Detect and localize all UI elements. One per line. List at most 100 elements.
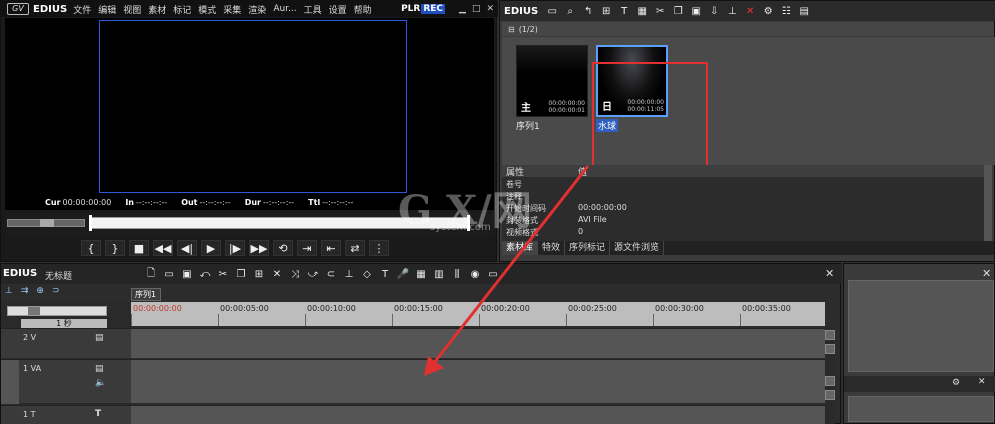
open-icon[interactable]: ▭ [161,267,177,281]
marker-icon[interactable]: ◇ [359,267,375,281]
text-icon[interactable]: T [616,4,632,18]
audio-icon[interactable]: 🎤 [395,267,411,281]
clip-thumbnail[interactable]: 主 00:00:00:00 00:00:00:01 [516,45,588,117]
save-icon[interactable]: ▣ [179,267,195,281]
paste-icon[interactable]: ⊞ [251,267,267,281]
up-folder-icon[interactable]: ↰ [580,4,596,18]
timeline-vscrollbar[interactable] [825,326,835,424]
time-ruler[interactable]: 00:00:00:00 00:00:05:00 00:00:10:00 00:0… [131,302,825,326]
tab-source-browser[interactable]: 源文件浏览 [610,241,665,255]
menu-settings[interactable]: 设置 [329,3,347,16]
menu-aur[interactable]: Aur... [273,4,296,14]
folder-toggle-icon[interactable]: ⊟ [508,25,515,34]
step-back-icon[interactable]: ◀| [177,240,197,256]
properties-icon[interactable]: ⚙ [760,4,776,18]
menu-view[interactable]: 视图 [123,3,141,16]
tab-library[interactable]: 素材库 [502,241,539,255]
rec-label[interactable]: REC [421,4,446,14]
step-forward-icon[interactable]: |▶ [225,240,245,256]
close-icon[interactable]: ✕ [825,267,834,280]
undo-icon[interactable]: ⤺ [197,267,213,281]
cut-icon[interactable]: ✂ [215,267,231,281]
zoom-knob[interactable] [28,307,40,315]
set-out-icon[interactable]: } [105,240,125,256]
menu-capture[interactable]: 采集 [223,3,241,16]
plr-rec-toggle[interactable]: PLR REC [401,4,446,14]
bin-menu-icon[interactable]: ▤ [796,4,812,18]
sync-icon[interactable]: ⊕ [36,286,44,300]
loop-icon[interactable]: ⟲ [273,240,293,256]
insert-icon[interactable]: ⇥ [297,240,317,256]
settings-icon[interactable]: ⚙ [952,378,960,388]
in-handle[interactable] [89,215,92,231]
menu-mode[interactable]: 模式 [198,3,216,16]
cut-icon[interactable]: ✂ [652,4,668,18]
maximize-icon[interactable]: □ [472,4,481,14]
track-header-1t[interactable]: 1 T T [1,405,131,424]
set-in-icon[interactable]: { [81,240,101,256]
track-lane-1t[interactable] [131,405,825,424]
menu-marker[interactable]: 标记 [173,3,191,16]
link-icon[interactable]: ⊂ [323,267,339,281]
output-icon[interactable]: ▭ [485,267,501,281]
scroll-up-icon[interactable] [825,330,835,340]
scroll-down-icon[interactable] [825,390,835,400]
render-icon[interactable]: ◉ [467,267,483,281]
properties-scrollbar[interactable] [984,165,992,241]
view-mode-icon[interactable]: ☷ [778,4,794,18]
title-icon[interactable]: T [377,267,393,281]
ripple-delete-icon[interactable]: ⤨ [287,267,303,281]
close-icon[interactable]: ✕ [486,4,494,14]
menu-edit[interactable]: 编辑 [98,3,116,16]
mixer-icon[interactable]: ▥ [431,267,447,281]
copy-icon[interactable]: ❐ [233,267,249,281]
ripple-icon[interactable]: ⇉ [21,286,29,300]
shuttle-knob[interactable] [40,219,54,227]
add-clip-icon[interactable]: ⊞ [598,4,614,18]
link-mode-icon[interactable]: ⊃ [52,286,60,300]
scroll-up-icon[interactable] [825,376,835,386]
snap-icon[interactable]: ⊥ [341,267,357,281]
plr-label[interactable]: PLR [401,4,420,14]
mode-icon[interactable]: ⊥ [5,286,13,300]
sequence-tab[interactable]: 序列1 [131,288,161,301]
marker-icon[interactable]: ⊥ [724,4,740,18]
overwrite-icon[interactable]: ⇤ [321,240,341,256]
menu-clip[interactable]: 素材 [148,3,166,16]
search-icon[interactable]: ⌕ [562,4,578,18]
speaker-icon[interactable]: 🔈 [95,378,106,388]
menu-render[interactable]: 渲染 [248,3,266,16]
color-bar-icon[interactable]: ▦ [634,4,650,18]
add-timeline-icon[interactable]: ⇩ [706,4,722,18]
new-icon[interactable]: 🗋 [143,267,159,281]
export-icon[interactable]: ⋮ [369,240,389,256]
stop-icon[interactable]: ■ [129,240,149,256]
menu-file[interactable]: 文件 [73,3,91,16]
fast-forward-icon[interactable]: ▶▶ [249,240,269,256]
paste-icon[interactable]: ▣ [688,4,704,18]
menu-tools[interactable]: 工具 [304,3,322,16]
replace-icon[interactable]: ⇄ [345,240,365,256]
track-patch[interactable] [1,360,19,404]
track-lane-2v[interactable] [131,328,825,358]
track-lane-1va[interactable] [131,359,825,403]
delete-gap-icon[interactable]: ✕ [269,267,285,281]
track-header-2v[interactable]: 2 V ▤ [1,328,131,358]
redo-icon[interactable]: ⤻ [305,267,321,281]
clip-item[interactable]: 主 00:00:00:00 00:00:00:01 序列1 [516,45,588,132]
tab-effects[interactable]: 特效 [538,241,566,255]
tab-sequence-markers[interactable]: 序列标记 [565,241,611,255]
menu-help[interactable]: 帮助 [354,3,372,16]
scroll-down-icon[interactable] [825,344,835,354]
shuttle-slider[interactable] [7,219,85,227]
copy-icon[interactable]: ❐ [670,4,686,18]
folder-icon[interactable]: ▭ [544,4,560,18]
play-icon[interactable]: ▶ [201,240,221,256]
close-icon[interactable]: ✕ [978,377,986,387]
rewind-icon[interactable]: ◀◀ [153,240,173,256]
delete-icon[interactable]: ✕ [742,4,758,18]
minimize-icon[interactable]: ▁ [459,4,466,14]
zoom-slider[interactable] [7,306,107,316]
track-header-1va[interactable]: 1 VA ▤ 🔈 [1,359,131,404]
close-icon[interactable]: ✕ [982,267,991,280]
